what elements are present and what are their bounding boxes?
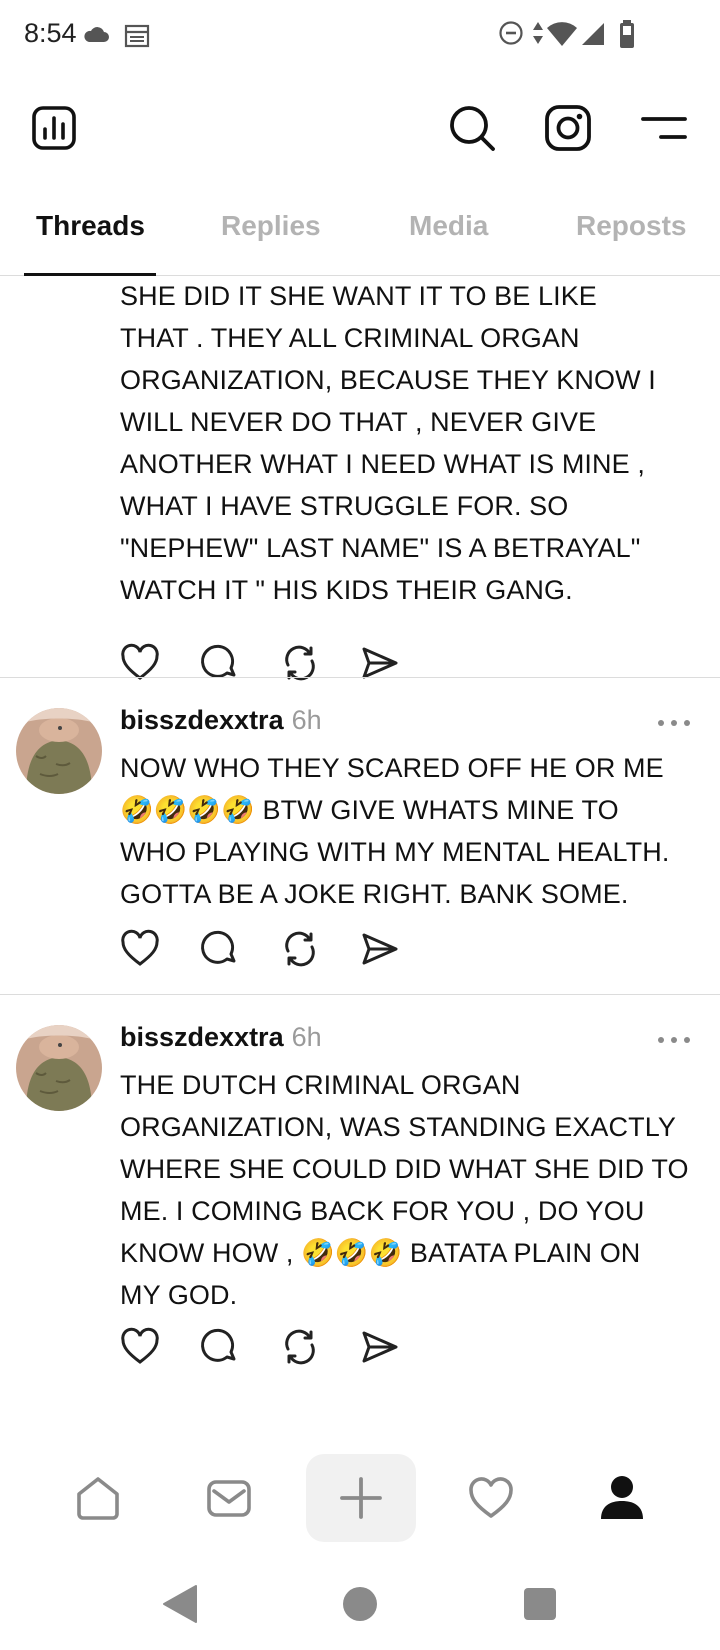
battery-icon bbox=[620, 20, 634, 48]
tab-replies[interactable]: Replies bbox=[221, 210, 321, 242]
repost-icon[interactable] bbox=[280, 1327, 320, 1367]
avatar[interactable] bbox=[16, 708, 102, 794]
reply-icon[interactable] bbox=[200, 1327, 240, 1367]
post-actions bbox=[120, 1327, 420, 1371]
more-options-icon[interactable] bbox=[656, 713, 692, 733]
post-actions bbox=[120, 643, 420, 687]
search-icon bbox=[450, 106, 495, 151]
instagram-icon bbox=[545, 105, 591, 151]
post-text: THE DUTCH CRIMINAL ORGAN ORGANIZATION, W… bbox=[120, 1070, 689, 1310]
create-icon bbox=[340, 1477, 382, 1519]
post-timestamp: 6h bbox=[291, 1022, 322, 1052]
menu-icon bbox=[641, 117, 687, 139]
profile-tabs: Threads Replies Media Reposts bbox=[0, 196, 720, 276]
avatar[interactable] bbox=[16, 1025, 102, 1111]
do-not-disturb-icon bbox=[499, 21, 523, 45]
tab-threads[interactable]: Threads bbox=[36, 210, 145, 242]
share-icon[interactable] bbox=[360, 929, 400, 969]
status-time: 8:54 bbox=[24, 18, 77, 48]
recents-icon[interactable] bbox=[518, 1582, 562, 1626]
post-divider bbox=[0, 994, 720, 995]
back-icon[interactable] bbox=[158, 1582, 202, 1626]
more-options-icon[interactable] bbox=[656, 1030, 692, 1050]
nav-activity[interactable] bbox=[459, 1466, 523, 1530]
instagram-button[interactable] bbox=[540, 100, 596, 156]
post-header: bisszdexxtra 6h bbox=[120, 705, 322, 745]
post-header: bisszdexxtra 6h bbox=[120, 1022, 322, 1062]
insights-button[interactable] bbox=[26, 100, 82, 156]
profile-icon bbox=[601, 1476, 643, 1519]
share-icon[interactable] bbox=[360, 1327, 400, 1367]
post-divider bbox=[0, 677, 720, 678]
system-navigation bbox=[0, 1560, 720, 1650]
reply-icon[interactable] bbox=[200, 929, 240, 969]
post-text: SHE DID IT SHE WANT IT TO BE LIKE THAT .… bbox=[120, 281, 656, 605]
app-header bbox=[0, 90, 720, 190]
bottom-navigation bbox=[0, 1452, 720, 1547]
tab-media[interactable]: Media bbox=[409, 210, 488, 242]
threads-feed[interactable]: SHE DID IT SHE WANT IT TO BE LIKE THAT .… bbox=[0, 277, 720, 1452]
post-actions bbox=[120, 929, 420, 973]
tab-reposts[interactable]: Reposts bbox=[576, 210, 686, 242]
data-arrows-icon bbox=[533, 22, 543, 44]
repost-icon[interactable] bbox=[280, 929, 320, 969]
cloud-icon bbox=[84, 27, 109, 42]
like-icon[interactable] bbox=[120, 1327, 160, 1367]
post-text: NOW WHO THEY SCARED OFF HE OR ME 🤣🤣🤣🤣 BT… bbox=[120, 753, 670, 909]
search-button[interactable] bbox=[444, 100, 500, 156]
avatar-image bbox=[16, 1025, 102, 1111]
home-button-icon[interactable] bbox=[338, 1582, 382, 1626]
active-tab-indicator bbox=[24, 273, 156, 276]
calendar-icon bbox=[124, 24, 150, 48]
nav-home[interactable] bbox=[66, 1466, 130, 1530]
nav-inbox[interactable] bbox=[197, 1466, 261, 1530]
menu-button[interactable] bbox=[636, 100, 692, 156]
username[interactable]: bisszdexxtra bbox=[120, 1022, 284, 1052]
insights-icon bbox=[32, 106, 76, 150]
wifi-icon bbox=[547, 22, 577, 46]
like-icon[interactable] bbox=[120, 929, 160, 969]
home-icon bbox=[77, 1477, 119, 1520]
avatar-image bbox=[16, 708, 102, 794]
cellular-signal-icon bbox=[582, 23, 604, 45]
create-button[interactable] bbox=[306, 1454, 416, 1542]
status-bar: 8:54 bbox=[0, 0, 720, 72]
username[interactable]: bisszdexxtra bbox=[120, 705, 284, 735]
activity-icon bbox=[469, 1477, 513, 1518]
inbox-icon bbox=[207, 1480, 251, 1517]
nav-profile[interactable] bbox=[590, 1466, 654, 1530]
post-timestamp: 6h bbox=[291, 705, 322, 735]
